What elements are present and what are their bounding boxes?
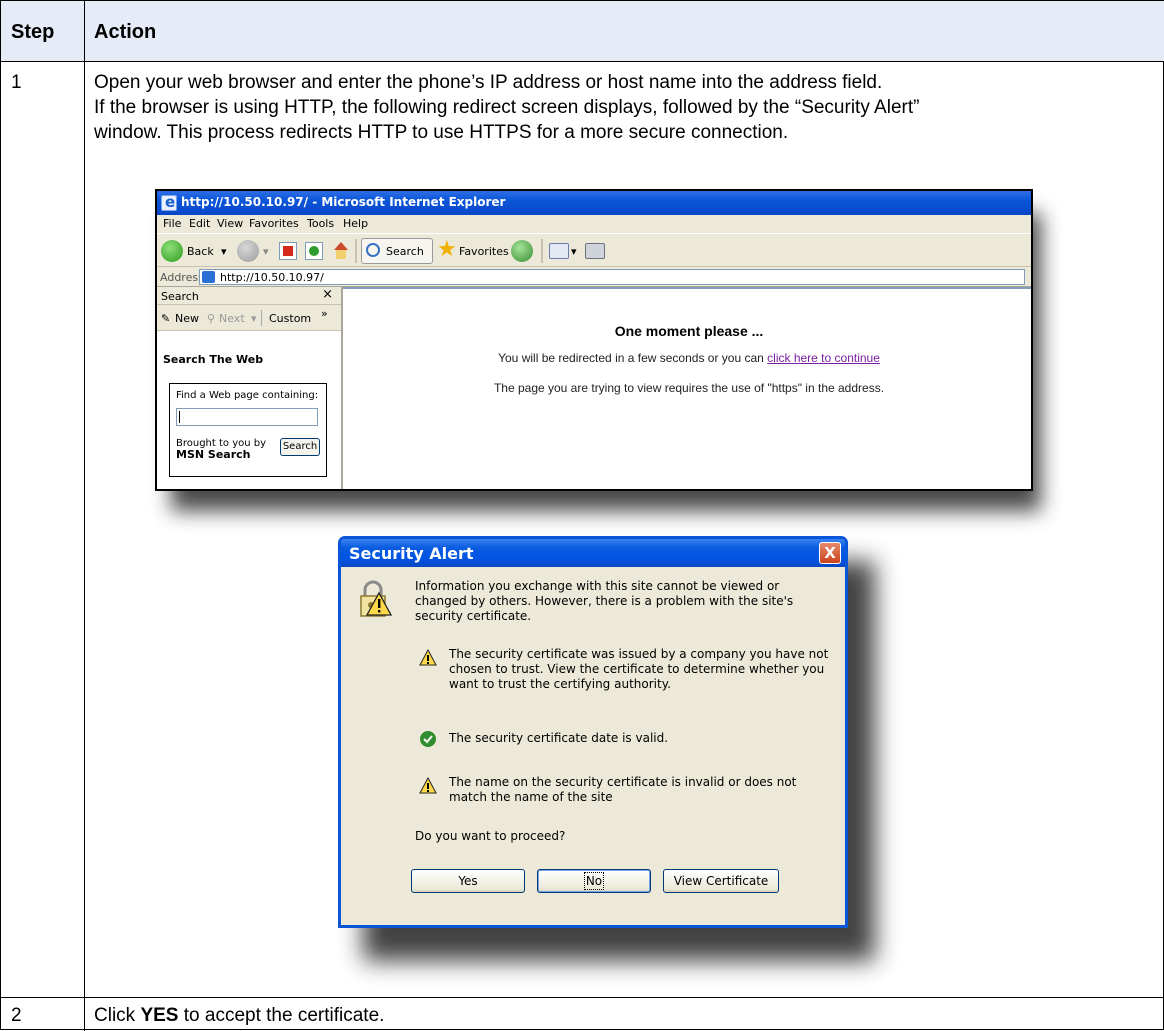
mail-icon[interactable] xyxy=(549,243,569,259)
continue-link[interactable]: click here to continue xyxy=(767,351,880,365)
view-certificate-button[interactable]: View Certificate xyxy=(663,869,779,893)
warning-icon xyxy=(419,777,437,794)
row2-step-number: 2 xyxy=(11,1005,22,1026)
address-label: Address xyxy=(160,271,204,284)
menu-tools[interactable]: Tools xyxy=(307,217,334,230)
close-icon[interactable]: X xyxy=(819,542,841,564)
name-mismatch-message: The name on the security certificate is … xyxy=(449,775,797,804)
row-divider xyxy=(1,997,1164,998)
search-button[interactable]: Search xyxy=(361,238,433,264)
history-icon[interactable] xyxy=(511,240,533,262)
dialog-title-bar: Security Alert X xyxy=(341,539,845,567)
address-value: http://10.50.10.97/ xyxy=(220,271,324,284)
row1-line-2: If the browser is using HTTP, the follow… xyxy=(94,97,920,118)
no-label: No xyxy=(583,872,605,890)
search-box-panel: Find a Web page containing: Brought to y… xyxy=(169,383,327,477)
row1-step-number: 1 xyxy=(11,72,22,93)
browser-title-bar: http://10.50.10.97/ - Microsoft Internet… xyxy=(157,191,1031,215)
redirect-heading: One moment please ... xyxy=(614,323,764,339)
search-pane-title: Search xyxy=(161,290,199,303)
warning-icon xyxy=(419,649,437,666)
menu-favorites[interactable]: Favorites xyxy=(249,217,299,230)
table-header-row xyxy=(1,1,1164,61)
untrusted-issuer-message: The security certificate was issued by a… xyxy=(449,647,829,691)
new-search-button[interactable]: New xyxy=(175,312,199,325)
find-label: Find a Web page containing: xyxy=(176,390,319,401)
search-input[interactable] xyxy=(176,408,318,426)
redirect-message-text: You will be redirected in a few seconds … xyxy=(498,351,768,365)
browser-menubar: File Edit View Favorites Tools Help xyxy=(157,215,1031,233)
row-divider xyxy=(1,61,1164,62)
no-button[interactable]: No xyxy=(537,869,651,893)
back-label[interactable]: Back xyxy=(187,245,214,258)
msn-search-button[interactable]: Search xyxy=(280,438,320,456)
msn-search-label: MSN Search xyxy=(176,448,251,461)
custom-button[interactable]: Custom xyxy=(269,312,311,325)
menu-help[interactable]: Help xyxy=(343,217,368,230)
procedure-table: Step Action 1 Open your web browser and … xyxy=(0,0,1164,1031)
forward-dropdown-icon[interactable]: ▾ xyxy=(263,245,269,258)
refresh-icon[interactable] xyxy=(305,242,323,260)
row1-line-1: Open your web browser and enter the phon… xyxy=(94,72,883,93)
row2-prefix: Click xyxy=(94,1005,141,1026)
search-pane-header: Search × xyxy=(157,287,341,305)
row2-yes-emphasis: YES xyxy=(140,1005,179,1026)
next-button[interactable]: Next xyxy=(219,312,245,325)
yes-button[interactable]: Yes xyxy=(411,869,525,893)
page-icon xyxy=(202,271,215,283)
back-dropdown-icon[interactable]: ▾ xyxy=(221,245,227,258)
search-the-web-heading: Search The Web xyxy=(163,353,264,366)
date-valid-message: The security certificate date is valid. xyxy=(449,731,669,745)
back-arrow-icon[interactable] xyxy=(161,240,183,262)
dialog-intro-text: Information you exchange with this site … xyxy=(415,579,794,623)
proceed-question: Do you want to proceed? xyxy=(415,829,566,843)
brought-by-text: Brought to you by MSN Search xyxy=(176,438,266,461)
favorites-label[interactable]: Favorites xyxy=(459,245,509,258)
yes-label: Yes xyxy=(458,874,478,888)
new-search-icon[interactable]: ✎ xyxy=(161,312,170,325)
header-action: Action xyxy=(94,21,157,43)
favorites-star-icon[interactable]: ★ xyxy=(437,237,457,262)
menu-edit[interactable]: Edit xyxy=(189,217,210,230)
browser-toolbar: Back ▾ ▾ Search ★ Favorites ▾ xyxy=(157,233,1031,267)
address-field[interactable]: http://10.50.10.97/ xyxy=(199,269,1025,285)
stop-icon[interactable] xyxy=(279,242,297,260)
forward-arrow-icon[interactable] xyxy=(237,240,259,262)
check-icon xyxy=(420,731,436,747)
print-icon[interactable] xyxy=(585,243,605,259)
security-alert-dialog: Security Alert X Information you exchang… xyxy=(338,536,848,928)
toolbar-separator xyxy=(355,239,357,263)
redirect-message: You will be redirected in a few seconds … xyxy=(343,351,1031,365)
ie-logo-icon xyxy=(161,193,177,211)
next-dropdown-icon[interactable]: ▾ xyxy=(251,312,257,325)
row1-line-3: window. This process redirects HTTP to u… xyxy=(94,122,789,143)
next-icon[interactable]: ⚲ xyxy=(207,312,215,325)
view-certificate-label: View Certificate xyxy=(673,874,769,888)
search-icon xyxy=(366,243,380,257)
toolbar-separator xyxy=(541,239,543,263)
menu-view[interactable]: View xyxy=(217,217,243,230)
dialog-title: Security Alert xyxy=(349,544,474,563)
menu-file[interactable]: File xyxy=(163,217,181,230)
https-notice: The page you are trying to view requires… xyxy=(493,381,885,395)
search-pane: Search × ✎ New ⚲ Next ▾ Custom » Search … xyxy=(157,287,343,489)
row2-instruction: Click YES to accept the certificate. xyxy=(94,1004,384,1028)
close-icon[interactable]: × xyxy=(322,287,333,302)
browser-window: http://10.50.10.97/ - Microsoft Internet… xyxy=(155,189,1033,491)
search-label: Search xyxy=(386,245,424,258)
address-bar: Address http://10.50.10.97/ xyxy=(157,267,1031,287)
row2-suffix: to accept the certificate. xyxy=(178,1005,385,1026)
home-icon[interactable] xyxy=(331,242,349,260)
toolbar-separator xyxy=(261,310,262,326)
search-pane-toolbar: ✎ New ⚲ Next ▾ Custom » xyxy=(157,305,341,331)
column-divider xyxy=(84,1,85,1031)
browser-title: http://10.50.10.97/ - Microsoft Internet… xyxy=(181,195,506,209)
padlock-warning-icon xyxy=(360,580,393,617)
header-step: Step xyxy=(11,21,55,43)
mail-dropdown-icon[interactable]: ▾ xyxy=(571,245,577,258)
more-chevron-icon[interactable]: » xyxy=(321,307,328,320)
browser-content: One moment please ... You will be redire… xyxy=(343,287,1031,489)
